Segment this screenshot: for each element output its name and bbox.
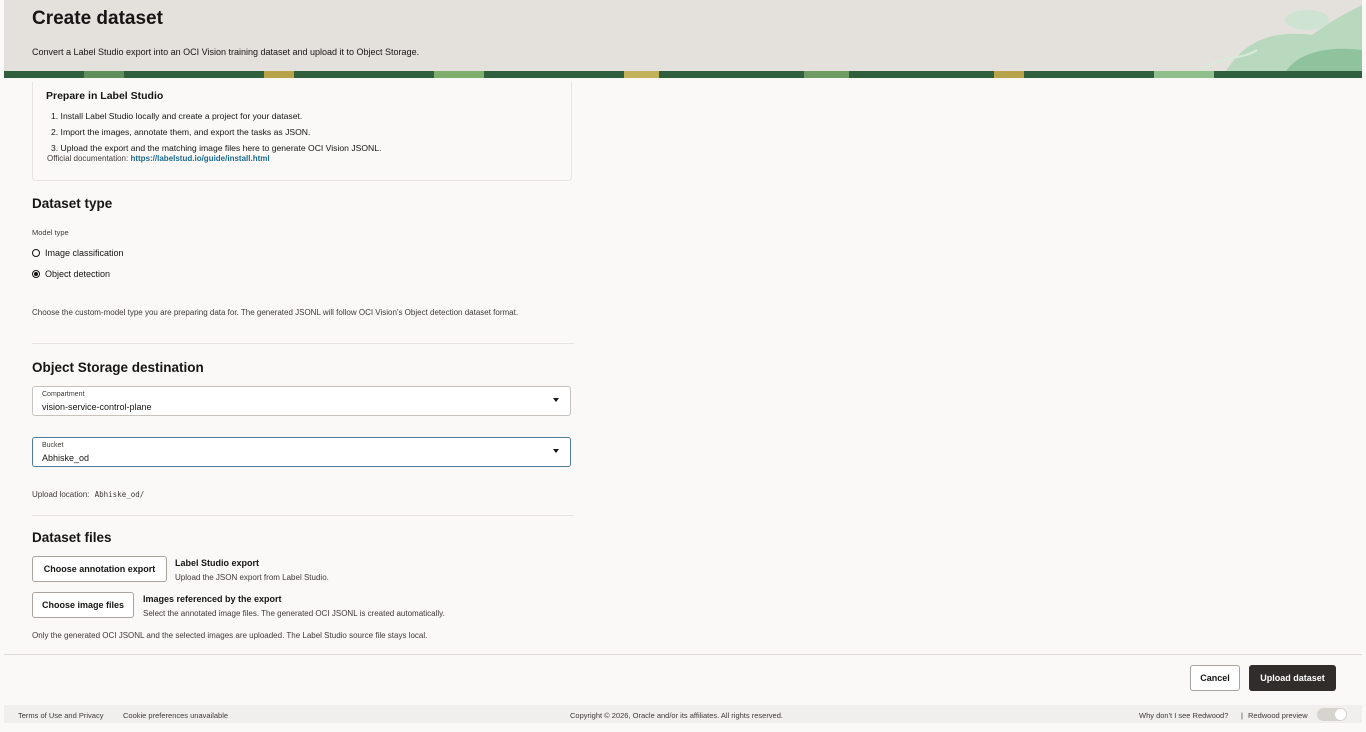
bucket-value: Abhiske_od — [42, 453, 90, 463]
bucket-label: Bucket — [42, 442, 64, 449]
documentation-line: Official documentation: https://labelstu… — [47, 154, 270, 163]
redwood-preview-label: Redwood preview — [1248, 711, 1308, 720]
radio-image-classification[interactable]: Image classification — [32, 248, 124, 258]
compartment-label: Compartment — [42, 391, 85, 398]
radio-label: Image classification — [45, 248, 124, 258]
compartment-select[interactable]: Compartment vision-service-control-plane — [32, 386, 571, 416]
annotation-file-title: Label Studio export — [175, 558, 260, 568]
terms-link[interactable]: Terms of Use and Privacy — [18, 711, 103, 720]
radio-object-detection[interactable]: Object detection — [32, 269, 110, 279]
page-subtitle: Convert a Label Studio export into an OC… — [32, 47, 420, 57]
upload-location-label: Upload location: — [32, 490, 90, 499]
radio-label: Object detection — [45, 269, 111, 279]
page-title: Create dataset — [32, 8, 163, 29]
prepare-step: 2. Import the images, annotate them, and… — [51, 127, 311, 137]
chevron-down-icon[interactable] — [553, 398, 559, 402]
images-file-desc: Select the annotated image files. The ge… — [143, 609, 445, 618]
prepare-title: Prepare in Label Studio — [46, 90, 164, 102]
dataset-type-title: Dataset type — [32, 196, 113, 211]
chevron-down-icon[interactable] — [553, 449, 559, 453]
upload-dataset-button[interactable]: Upload dataset — [1249, 665, 1336, 691]
upload-note: Only the generated OCI JSONL and the sel… — [32, 631, 428, 640]
images-file-title: Images referenced by the export — [143, 594, 282, 604]
footer-separator: | — [1241, 711, 1243, 720]
header-decoration-image — [1201, 5, 1362, 78]
legal-footer: Terms of Use and Privacy Cookie preferen… — [4, 705, 1362, 723]
upload-location: Upload location: Abhiske_od/ — [32, 490, 144, 499]
copyright-text: Copyright © 2026, Oracle and/or its affi… — [570, 711, 783, 720]
section-divider — [32, 343, 574, 344]
choose-annotation-export-button[interactable]: Choose annotation export — [32, 556, 167, 582]
dataset-files-title: Dataset files — [32, 530, 112, 545]
redwood-question-link[interactable]: Why don't I see Redwood? — [1139, 711, 1228, 720]
storage-title: Object Storage destination — [32, 360, 204, 375]
annotation-file-desc: Upload the JSON export from Label Studio… — [175, 573, 329, 582]
cookie-preferences-link[interactable]: Cookie preferences unavailable — [123, 711, 228, 720]
upload-location-value: Abhiske_od/ — [94, 490, 145, 499]
actions-divider — [4, 654, 1362, 655]
section-divider — [32, 515, 574, 516]
cancel-button[interactable]: Cancel — [1190, 665, 1240, 691]
radio-selected-icon[interactable] — [32, 270, 40, 278]
model-type-label: Model type — [32, 228, 69, 237]
bucket-select[interactable]: Bucket Abhiske_od — [32, 437, 571, 467]
radio-unselected-icon[interactable] — [32, 249, 40, 257]
prepare-steps-list: 1. Install Label Studio locally and crea… — [51, 108, 381, 156]
page-header: Create dataset Convert a Label Studio ex… — [4, 0, 1362, 78]
prepare-instructions-card: Prepare in Label Studio 1. Install Label… — [32, 82, 572, 181]
redwood-preview-toggle[interactable] — [1317, 708, 1347, 721]
prepare-step: 1. Install Label Studio locally and crea… — [51, 111, 303, 121]
documentation-link[interactable]: https://labelstud.io/guide/install.html — [130, 154, 269, 163]
compartment-value: vision-service-control-plane — [42, 402, 152, 412]
documentation-label: Official documentation: — [47, 154, 129, 163]
dataset-type-help: Choose the custom-model type you are pre… — [32, 308, 519, 317]
header-pattern-band — [4, 71, 1362, 78]
choose-image-files-button[interactable]: Choose image files — [32, 592, 134, 618]
